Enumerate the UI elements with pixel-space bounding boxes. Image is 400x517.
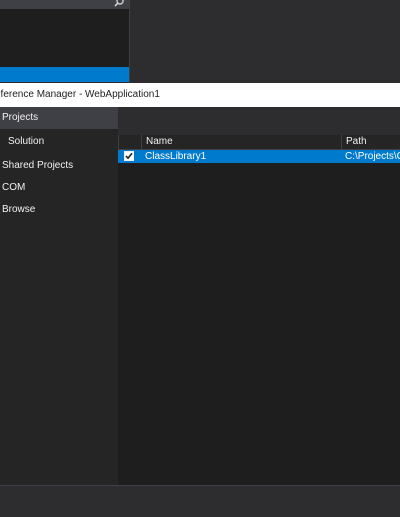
- sidebar-item-com[interactable]: COM: [0, 177, 118, 199]
- sidebar-item-solution[interactable]: Solution: [0, 131, 118, 153]
- column-header-name[interactable]: Name: [141, 135, 341, 149]
- dialog-titlebar: eference Manager - WebApplication1: [0, 83, 400, 107]
- ide-background: [0, 0, 400, 82]
- grid-toolbar: [118, 107, 400, 131]
- column-header-check: [118, 135, 141, 149]
- sidebar-item-label: Shared Projects: [2, 160, 74, 171]
- sidebar-item-projects[interactable]: Projects: [0, 107, 118, 129]
- sidebar-item-label: Projects: [2, 112, 39, 123]
- row-path-cell: C:\Projects\C: [345, 151, 400, 162]
- reference-sidebar: Projects Solution Shared Projects COM Br…: [0, 107, 118, 485]
- editor-area: [130, 0, 400, 82]
- sidebar-item-browse[interactable]: Browse: [0, 199, 118, 221]
- projects-grid: Name Path ClassLibrary1 C:\Projects\C: [118, 135, 400, 485]
- sidebar-item-label: COM: [2, 182, 26, 193]
- checkmark-icon: [125, 152, 133, 163]
- row-checkbox[interactable]: [124, 151, 134, 161]
- search-icon[interactable]: [112, 0, 126, 8]
- sidebar-item-label: Solution: [8, 136, 45, 147]
- dialog-title: eference Manager - WebApplication1: [0, 89, 160, 100]
- table-row[interactable]: ClassLibrary1 C:\Projects\C: [118, 150, 400, 163]
- reference-manager-dialog: eference Manager - WebApplication1 Proje…: [0, 83, 400, 517]
- dialog-footer: [0, 485, 400, 517]
- sidebar-item-shared-projects[interactable]: Shared Projects: [0, 155, 118, 177]
- solution-search-box[interactable]: [0, 0, 129, 9]
- row-name-cell: ClassLibrary1: [145, 151, 207, 162]
- solution-explorer-panel: [0, 0, 130, 82]
- solution-explorer-selected-item[interactable]: [0, 67, 129, 82]
- sidebar-item-label: Browse: [2, 204, 36, 215]
- column-header-path[interactable]: Path: [341, 135, 400, 149]
- grid-header: Name Path: [118, 135, 400, 150]
